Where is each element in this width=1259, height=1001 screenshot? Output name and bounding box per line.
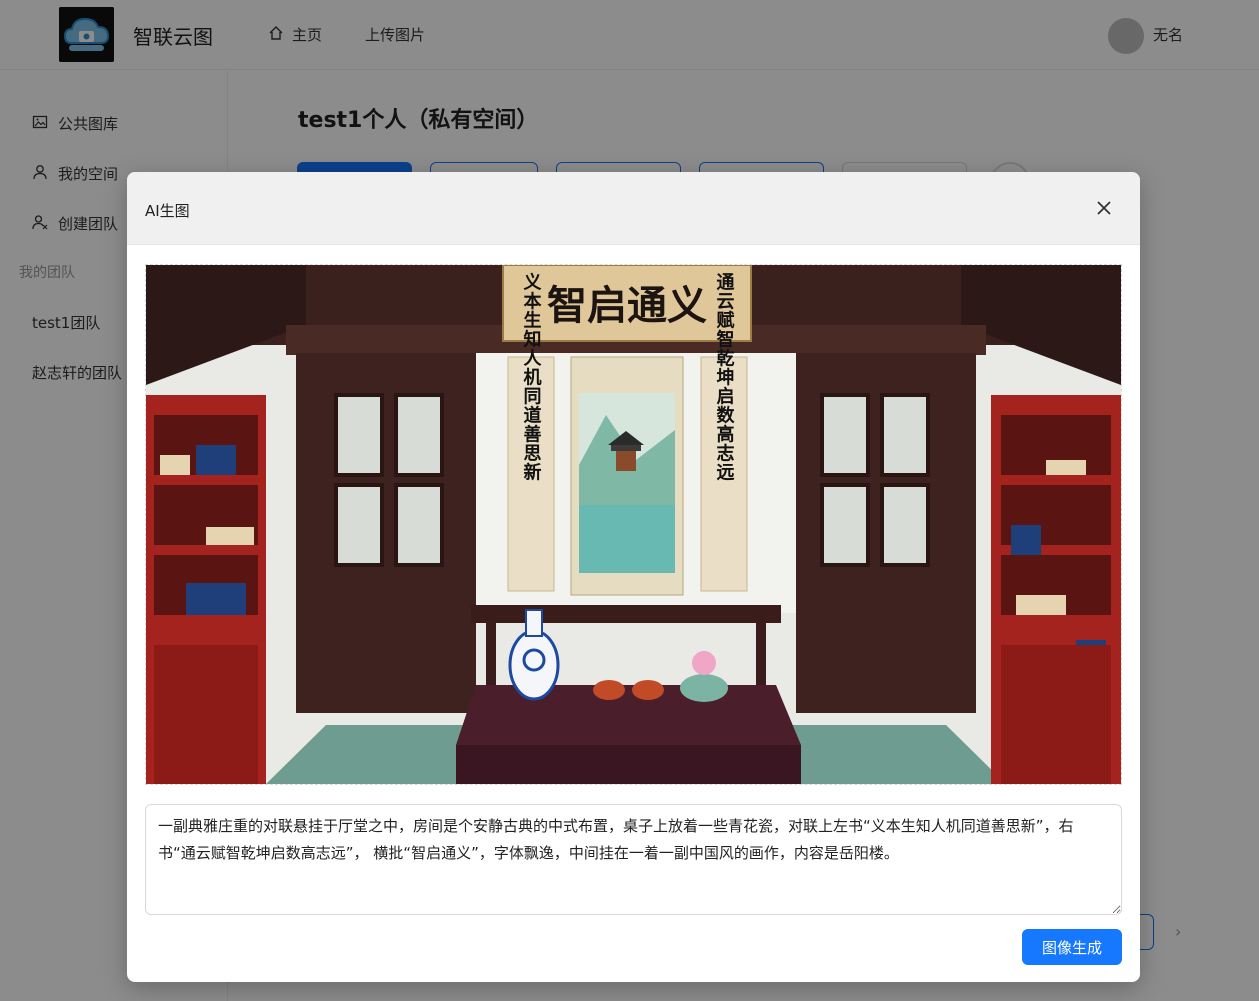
- ai-image-modal: AI生图 智启通义 义本生知人机同道善思新 通云赋智乾坤启数高志远 一副典雅庄重…: [127, 172, 1140, 982]
- modal-header: AI生图: [127, 172, 1140, 245]
- modal-title: AI生图: [145, 202, 190, 220]
- generate-image-button[interactable]: 图像生成: [1022, 929, 1122, 965]
- left-scroll-text: 义本生知人机同道善思新: [521, 271, 542, 481]
- generated-image: 智启通义 义本生知人机同道善思新 通云赋智乾坤启数高志远: [145, 264, 1122, 785]
- right-scroll-text: 通云赋智乾坤启数高志远: [714, 272, 735, 481]
- prompt-input[interactable]: 一副典雅庄重的对联悬挂于厅堂之中，房间是个安静古典的中式布置，桌子上放着一些青花…: [145, 804, 1122, 915]
- close-icon: [1097, 200, 1111, 219]
- plaque-text: 智启通义: [547, 282, 707, 329]
- close-button[interactable]: [1091, 196, 1117, 222]
